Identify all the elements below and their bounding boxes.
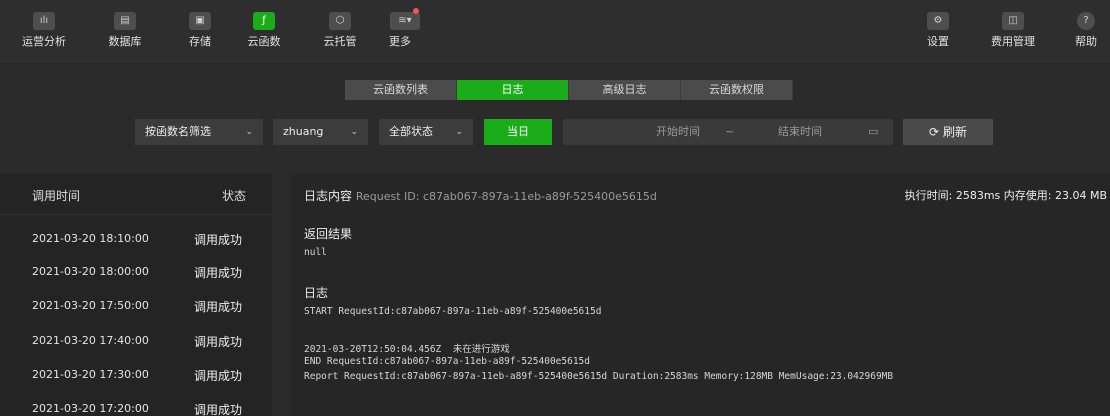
header-time: 调用时间 xyxy=(32,189,81,203)
toolbar-more[interactable]: ≋▾ 更多 xyxy=(375,8,435,60)
toolbar-database[interactable]: ▤ 数据库 xyxy=(95,12,155,60)
return-result-label: 返回结果 xyxy=(304,227,353,241)
help-icon: ? xyxy=(1077,12,1095,30)
status-text: 调用成功 xyxy=(194,369,243,383)
chevron-down-icon: ⌄ xyxy=(350,127,358,137)
cloud-hosting-icon: ⬡ xyxy=(329,12,351,30)
gear-icon: ⚙ xyxy=(927,12,949,30)
toolbar-billing[interactable]: ◫ 费用管理 xyxy=(983,12,1043,60)
list-item[interactable]: 2021-03-20 17:40:00 调用成功 xyxy=(0,324,272,359)
status-text: 调用成功 xyxy=(194,335,243,349)
log-label: 日志 xyxy=(304,286,329,300)
status-text: 调用成功 xyxy=(194,266,243,280)
top-toolbar: ılı 运营分析 ▤ 数据库 ▣ 存储 ƒ 云函数 ⬡ 云托管 ≋▾ 更多 ⚙ … xyxy=(0,0,1110,64)
chart-icon: ılı xyxy=(33,12,55,30)
refresh-icon: ⟳ xyxy=(929,125,940,139)
tab-function-list[interactable]: 云函数列表 xyxy=(345,80,457,100)
list-item[interactable]: 2021-03-20 17:50:00 调用成功 xyxy=(0,289,272,324)
list-item[interactable]: 2021-03-20 17:20:00 调用成功 xyxy=(0,392,272,416)
today-button[interactable]: 当日 xyxy=(484,119,552,145)
status-text: 调用成功 xyxy=(194,403,243,416)
log-line: 2021-03-20T12:50:04.456Z 未在进行游戏 xyxy=(304,344,510,355)
end-time-input[interactable]: 结束时间 xyxy=(778,119,822,145)
database-icon: ▤ xyxy=(114,12,136,30)
list-item[interactable]: 2021-03-20 18:10:00 调用成功 xyxy=(0,222,272,257)
function-filter-select[interactable]: 按函数名筛选 ⌄ xyxy=(135,119,263,145)
chevron-down-icon: ⌄ xyxy=(455,127,463,137)
toolbar-cloud-function[interactable]: ƒ 云函数 xyxy=(234,12,294,60)
refresh-button[interactable]: ⟳ 刷新 xyxy=(903,119,993,145)
request-id: Request ID: c87ab067-897a-11eb-a89f-5254… xyxy=(355,190,657,203)
log-content-title: 日志内容 Request ID: c87ab067-897a-11eb-a89f… xyxy=(304,189,657,203)
log-line: END RequestId:c87ab067-897a-11eb-a89f-52… xyxy=(304,356,590,367)
calendar-icon: ▭ xyxy=(868,125,879,138)
tab-function-permissions[interactable]: 云函数权限 xyxy=(681,80,793,100)
return-result-value: null xyxy=(304,247,327,258)
range-separator: ~ xyxy=(725,125,735,138)
status-select[interactable]: 全部状态 ⌄ xyxy=(379,119,473,145)
list-header: 调用时间 状态 xyxy=(0,173,272,215)
date-range-picker[interactable]: 开始时间 ~ 结束时间 ▭ xyxy=(563,119,893,145)
layers-icon: ≋▾ xyxy=(390,12,420,30)
list-item[interactable]: 2021-03-20 17:30:00 调用成功 xyxy=(0,358,272,393)
toolbar-settings[interactable]: ⚙ 设置 xyxy=(908,12,968,60)
function-tabs: 云函数列表 日志 高级日志 云函数权限 xyxy=(345,80,793,100)
start-time-input[interactable]: 开始时间 xyxy=(656,119,700,145)
function-name-select[interactable]: zhuang ⌄ xyxy=(273,119,368,145)
toolbar-storage[interactable]: ▣ 存储 xyxy=(170,12,230,60)
tab-advanced-logs[interactable]: 高级日志 xyxy=(569,80,681,100)
log-line: Report RequestId:c87ab067-897a-11eb-a89f… xyxy=(304,371,894,382)
notification-dot xyxy=(413,8,419,14)
chevron-down-icon: ⌄ xyxy=(245,127,253,137)
log-detail-panel: 日志内容 Request ID: c87ab067-897a-11eb-a89f… xyxy=(290,173,1110,416)
header-status: 状态 xyxy=(222,189,247,203)
status-text: 调用成功 xyxy=(194,233,243,247)
status-text: 调用成功 xyxy=(194,300,243,314)
cloud-function-icon: ƒ xyxy=(253,12,275,30)
toolbar-ops-analysis[interactable]: ılı 运营分析 xyxy=(14,12,74,60)
toolbar-help[interactable]: ? 帮助 xyxy=(1056,12,1110,60)
billing-icon: ◫ xyxy=(1002,12,1024,30)
storage-icon: ▣ xyxy=(189,12,211,30)
log-line: START RequestId:c87ab067-897a-11eb-a89f-… xyxy=(304,306,602,317)
list-item[interactable]: 2021-03-20 18:00:00 调用成功 xyxy=(0,255,272,290)
invocation-list: 调用时间 状态 2021-03-20 18:10:00 调用成功 2021-03… xyxy=(0,173,272,416)
execution-stats: 执行时间: 2583ms 内存使用: 23.04 MB xyxy=(904,189,1107,202)
tab-logs[interactable]: 日志 xyxy=(457,80,569,100)
toolbar-cloud-hosting[interactable]: ⬡ 云托管 xyxy=(310,12,370,60)
